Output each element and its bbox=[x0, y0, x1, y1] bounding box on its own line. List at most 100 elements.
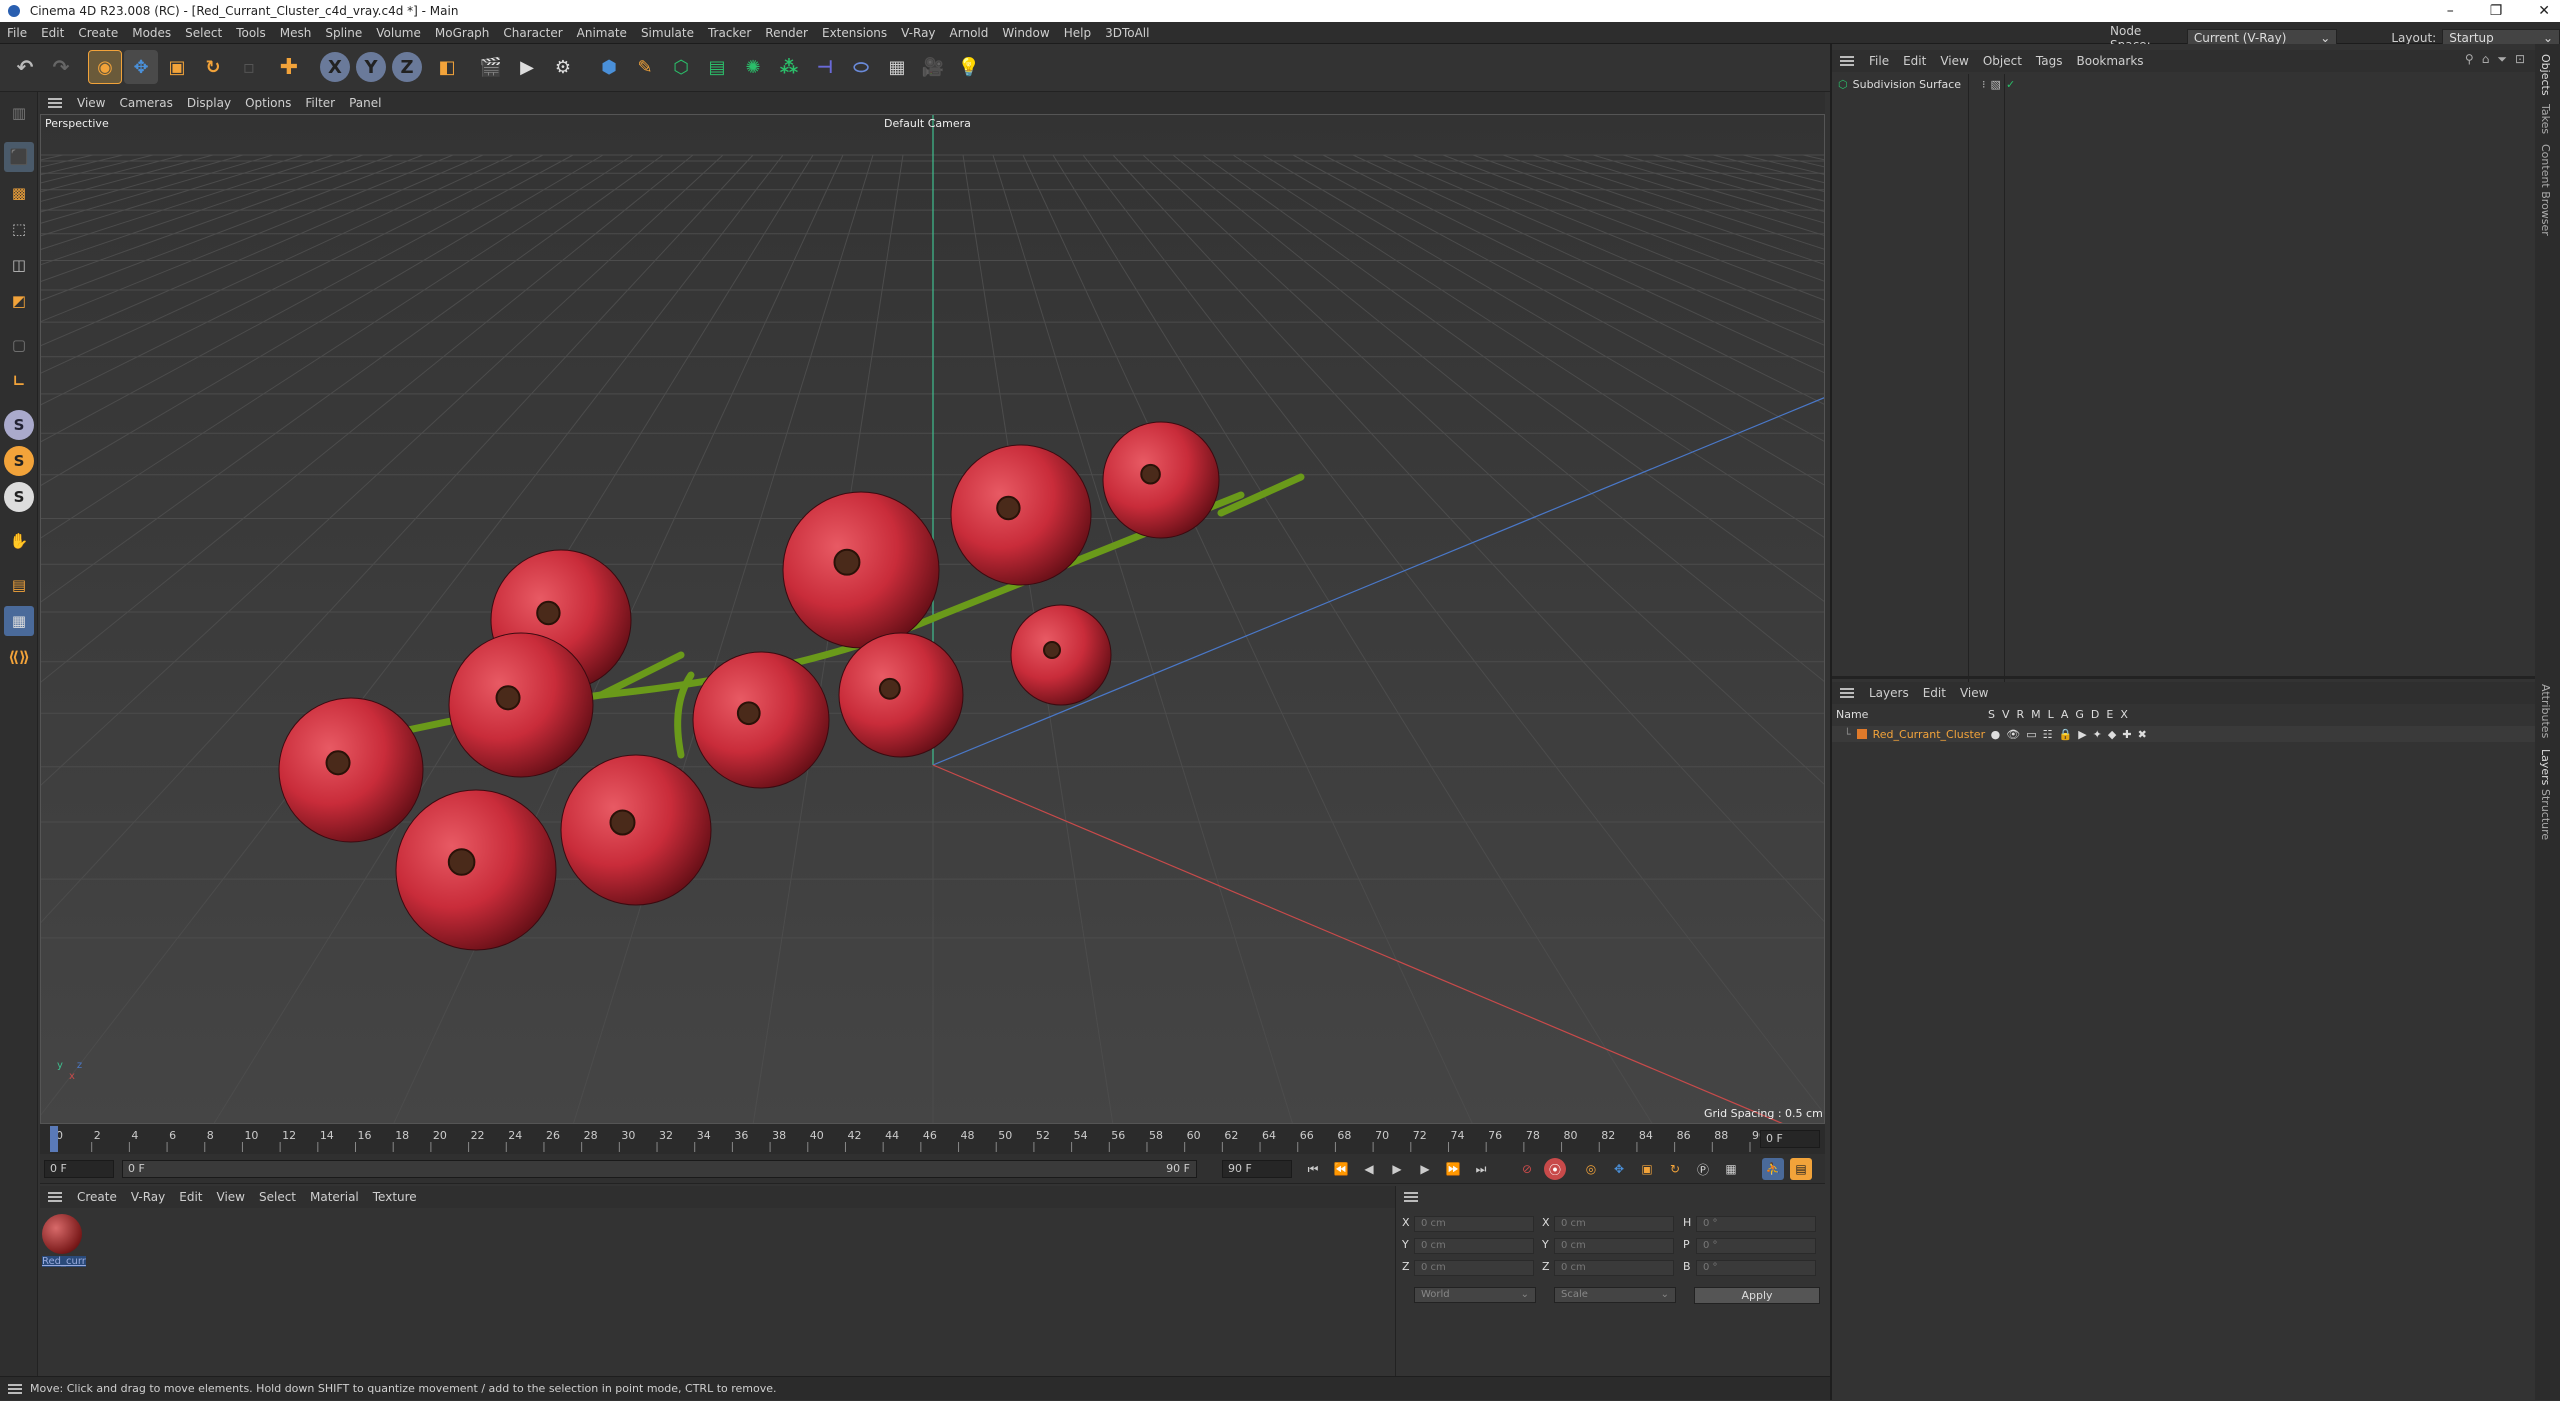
close-button[interactable]: ✕ bbox=[2538, 0, 2550, 22]
currant-berry[interactable] bbox=[395, 789, 557, 951]
playhead[interactable] bbox=[50, 1126, 58, 1152]
layer-color-swatch[interactable] bbox=[1856, 729, 1867, 739]
cube-primitive-icon[interactable]: ⬢ bbox=[592, 50, 626, 84]
menu-modes[interactable]: Modes bbox=[125, 26, 178, 40]
eye-icon[interactable]: 👁 bbox=[2006, 728, 2020, 741]
deformer-icon[interactable]: ⊣ bbox=[808, 50, 842, 84]
material-menu-create[interactable]: Create bbox=[70, 1190, 124, 1204]
subdivision-surface-icon[interactable]: ⬡ bbox=[664, 50, 698, 84]
tweak-mode-icon[interactable]: ✋ bbox=[4, 526, 34, 556]
objects-menu-object[interactable]: Object bbox=[1976, 54, 2029, 68]
layers-menu-view[interactable]: View bbox=[1953, 686, 1995, 700]
menu-simulate[interactable]: Simulate bbox=[634, 26, 701, 40]
viewport-menu-options[interactable]: Options bbox=[238, 96, 298, 110]
size-field[interactable]: 0 cm bbox=[1554, 1238, 1674, 1254]
render-icon[interactable]: ▭ bbox=[2026, 728, 2036, 741]
model-mode-icon[interactable]: ⬛ bbox=[4, 142, 34, 172]
previous-key-icon[interactable]: ⏪ bbox=[1330, 1158, 1352, 1180]
objects-menu-edit[interactable]: Edit bbox=[1896, 54, 1933, 68]
coordinate-mode-dropdown[interactable]: World ⌄ bbox=[1414, 1287, 1536, 1303]
object-name[interactable]: Subdivision Surface bbox=[1853, 78, 1961, 91]
size-mode-dropdown[interactable]: Scale ⌄ bbox=[1554, 1287, 1676, 1303]
position-field[interactable]: 0 cm bbox=[1414, 1238, 1534, 1254]
rotate-tool-icon[interactable]: ↻ bbox=[196, 50, 230, 84]
home-icon[interactable]: ⌂ bbox=[2482, 52, 2490, 67]
position-field[interactable]: 0 cm bbox=[1414, 1260, 1534, 1276]
move-tool-icon[interactable]: ✥ bbox=[124, 50, 158, 84]
render-view-icon[interactable]: ▶ bbox=[510, 50, 544, 84]
material-name[interactable]: Red_curr bbox=[42, 1256, 86, 1267]
rotation-field[interactable]: 0 ° bbox=[1696, 1260, 1816, 1276]
currant-berry[interactable] bbox=[1010, 604, 1112, 706]
menu-help[interactable]: Help bbox=[1057, 26, 1098, 40]
currant-berry[interactable] bbox=[782, 491, 940, 649]
position-key-icon[interactable]: ✥ bbox=[1608, 1158, 1630, 1180]
end-frame-field[interactable]: 90 F bbox=[1222, 1160, 1292, 1178]
currant-berry[interactable] bbox=[692, 651, 830, 789]
y-axis-lock-icon[interactable]: Y bbox=[356, 52, 386, 82]
menu-tools[interactable]: Tools bbox=[229, 26, 273, 40]
visibility-dots-icon[interactable]: ⁝ bbox=[1982, 78, 1986, 91]
autokey-icon[interactable]: ⦿ bbox=[1544, 1158, 1566, 1180]
rotation-field[interactable]: 0 ° bbox=[1696, 1216, 1816, 1232]
menu-arnold[interactable]: Arnold bbox=[943, 26, 996, 40]
record-active-icon[interactable]: ⊘ bbox=[1516, 1158, 1538, 1180]
x-axis-lock-icon[interactable]: X bbox=[320, 52, 350, 82]
scale-tool-icon[interactable]: ▣ bbox=[160, 50, 194, 84]
snap-icon[interactable]: S bbox=[4, 410, 34, 440]
menu-edit[interactable]: Edit bbox=[34, 26, 71, 40]
objects-menu-view[interactable]: View bbox=[1933, 54, 1975, 68]
currant-berry[interactable] bbox=[1102, 421, 1220, 539]
generator-icon[interactable]: ✦ bbox=[2093, 728, 2102, 741]
planar-workplane-icon[interactable]: ⟪⟫ bbox=[4, 642, 34, 672]
next-key-icon[interactable]: ⏩ bbox=[1442, 1158, 1464, 1180]
points-mode-icon[interactable]: ⬚ bbox=[4, 214, 34, 244]
lock-icon[interactable]: 🔒 bbox=[2058, 728, 2072, 741]
keyframe-selection-icon[interactable]: ◎ bbox=[1580, 1158, 1602, 1180]
layer-name[interactable]: Red_Currant_Cluster bbox=[1873, 728, 1989, 741]
axis-mode-icon[interactable]: ∟ bbox=[4, 366, 34, 396]
menu-animate[interactable]: Animate bbox=[570, 26, 634, 40]
objects-menu-tags[interactable]: Tags bbox=[2029, 54, 2070, 68]
scale-key-icon[interactable]: ▣ bbox=[1636, 1158, 1658, 1180]
preview-range-slider[interactable]: 0 F 90 F bbox=[122, 1160, 1197, 1178]
object-row[interactable]: ⬡ Subdivision Surface ⁝ ▧ ✓ bbox=[1838, 76, 2015, 92]
go-to-end-icon[interactable]: ⏭ bbox=[1470, 1158, 1492, 1180]
tab-attributes[interactable]: Attributes bbox=[2539, 684, 2552, 738]
material-menu-select[interactable]: Select bbox=[252, 1190, 303, 1204]
viewport-menu-panel[interactable]: Panel bbox=[342, 96, 388, 110]
new-window-icon[interactable]: ⊡ bbox=[2515, 52, 2525, 67]
menu-3dtoall[interactable]: 3DToAll bbox=[1098, 26, 1156, 40]
recent-tool-icon[interactable]: ▫ bbox=[232, 50, 266, 84]
material-menu-view[interactable]: View bbox=[210, 1190, 252, 1204]
pen-spline-icon[interactable]: ✎ bbox=[628, 50, 662, 84]
menu-volume[interactable]: Volume bbox=[369, 26, 428, 40]
mograph-icon[interactable]: ⁂ bbox=[772, 50, 806, 84]
currant-berry[interactable] bbox=[838, 632, 964, 758]
layer-tag-icon[interactable]: ▧ bbox=[1991, 78, 2001, 91]
live-selection-icon[interactable]: ◉ bbox=[88, 50, 122, 84]
hamburger-icon[interactable] bbox=[48, 1192, 62, 1202]
timeline-window-icon[interactable]: ▤ bbox=[1790, 1158, 1812, 1180]
go-to-start-icon[interactable]: ⏮ bbox=[1302, 1158, 1324, 1180]
hamburger-icon[interactable] bbox=[1404, 1192, 1418, 1202]
menu-extensions[interactable]: Extensions bbox=[815, 26, 894, 40]
edges-mode-icon[interactable]: ◫ bbox=[4, 250, 34, 280]
redo-icon[interactable]: ↷ bbox=[44, 50, 78, 84]
menu-window[interactable]: Window bbox=[995, 26, 1056, 40]
camera-icon[interactable]: 🎥 bbox=[916, 50, 950, 84]
locked-workplane-icon[interactable]: ▦ bbox=[4, 606, 34, 636]
menu-render[interactable]: Render bbox=[758, 26, 815, 40]
undo-icon[interactable]: ↶ bbox=[8, 50, 42, 84]
menu-character[interactable]: Character bbox=[496, 26, 569, 40]
viewport-menu-display[interactable]: Display bbox=[180, 96, 238, 110]
field-icon[interactable]: ⬭ bbox=[844, 50, 878, 84]
size-field[interactable]: 0 cm bbox=[1554, 1216, 1674, 1232]
texture-mode-icon[interactable]: ▩ bbox=[4, 178, 34, 208]
currant-berry[interactable] bbox=[950, 444, 1092, 586]
viewport-camera-label[interactable]: Default Camera bbox=[884, 117, 971, 130]
floor-icon[interactable]: ▦ bbox=[880, 50, 914, 84]
material-menu-edit[interactable]: Edit bbox=[172, 1190, 209, 1204]
render-settings-icon[interactable]: ⚙ bbox=[546, 50, 580, 84]
3d-viewport[interactable]: Perspective Default Camera Grid Spacing … bbox=[40, 114, 1825, 1124]
